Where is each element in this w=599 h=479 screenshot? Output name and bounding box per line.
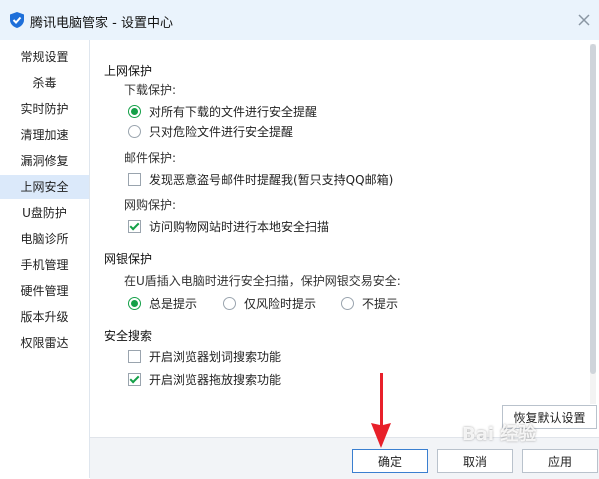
radio-selected-icon[interactable] [128,105,141,118]
bank-option-never[interactable]: 不提示 [341,296,398,312]
sidebar-item-phone[interactable]: 手机管理 [0,253,89,277]
sidebar-item-antivirus[interactable]: 杀毒 [0,71,89,95]
bank-option-risk-label: 仅风险时提示 [244,297,317,311]
mail-option[interactable]: 发现恶意盗号邮件时提醒我(暂只支持QQ邮箱) [128,172,393,188]
section-title-bank-protect: 网银保护 [104,252,153,266]
close-icon[interactable] [574,10,594,30]
radio-icon[interactable] [128,125,141,138]
shop-option[interactable]: 访问购物网站时进行本地安全扫描 [128,219,329,235]
bank-option-always-label: 总是提示 [149,297,198,311]
checkbox-icon[interactable] [128,173,141,186]
sidebar-item-realtime[interactable]: 实时防护 [0,97,89,121]
clipped-section-title [104,404,164,410]
search-option-drag-label: 开启浏览器拖放搜索功能 [149,373,282,387]
red-arrow-annotation-icon [371,373,391,448]
download-protect-label: 下载保护: [124,83,177,97]
apply-button[interactable]: 应用 [522,449,598,473]
search-option-select-label: 开启浏览器划词搜索功能 [149,350,282,364]
sidebar-item-clinic[interactable]: 电脑诊所 [0,227,89,251]
sidebar-item-general[interactable]: 常规设置 [0,45,89,69]
sidebar-item-web-security[interactable]: 上网安全 [0,175,89,199]
checkbox-checked-icon[interactable] [128,373,141,386]
checkbox-checked-icon[interactable] [128,220,141,233]
bank-option-always[interactable]: 总是提示 [128,296,197,312]
bank-option-never-label: 不提示 [362,297,399,311]
mail-protect-label: 邮件保护: [124,151,177,165]
scrollbar-thumb[interactable] [590,44,596,374]
title-bar: 腾讯电脑管家 - 设置中心 [0,0,599,40]
sidebar-item-hardware[interactable]: 硬件管理 [0,279,89,303]
shop-option-label: 访问购物网站时进行本地安全扫描 [149,220,330,234]
bank-option-risk[interactable]: 仅风险时提示 [223,296,316,312]
download-option-danger[interactable]: 只对危险文件进行安全提醒 [128,124,293,140]
radio-icon[interactable] [341,297,354,310]
ok-button[interactable]: 确定 [352,449,428,473]
shield-logo-icon [10,12,24,28]
sidebar-item-usb[interactable]: U盘防护 [0,201,89,225]
sidebar-item-permission-radar[interactable]: 权限雷达 [0,331,89,355]
scrollbar[interactable] [590,44,596,404]
search-option-drag[interactable]: 开启浏览器拖放搜索功能 [128,372,281,388]
window-title: 腾讯电脑管家 - 设置中心 [30,16,173,31]
sidebar-item-upgrade[interactable]: 版本升级 [0,305,89,329]
sidebar-item-cleanup[interactable]: 清理加速 [0,123,89,147]
cancel-button[interactable]: 取消 [437,449,513,473]
download-option-danger-label: 只对危险文件进行安全提醒 [149,125,294,139]
mail-option-label: 发现恶意盗号邮件时提醒我(暂只支持QQ邮箱) [149,173,394,187]
bank-protect-desc: 在U盾插入电脑时进行安全扫描，保护网银交易安全: [124,274,401,288]
sidebar-item-patch[interactable]: 漏洞修复 [0,149,89,173]
shop-protect-label: 网购保护: [124,198,177,212]
watermark: Bai 经验 [462,424,537,445]
checkbox-icon[interactable] [128,350,141,363]
sidebar: 常规设置 杀毒 实时防护 清理加速 漏洞修复 上网安全 U盘防护 电脑诊所 手机… [0,40,90,478]
download-option-all[interactable]: 对所有下载的文件进行安全提醒 [128,104,317,120]
download-option-all-label: 对所有下载的文件进行安全提醒 [149,105,318,119]
section-title-web-protect: 上网保护 [104,64,153,78]
search-option-select[interactable]: 开启浏览器划词搜索功能 [128,349,281,365]
section-title-safe-search: 安全搜索 [104,329,153,343]
radio-selected-icon[interactable] [128,297,141,310]
radio-icon[interactable] [223,297,236,310]
